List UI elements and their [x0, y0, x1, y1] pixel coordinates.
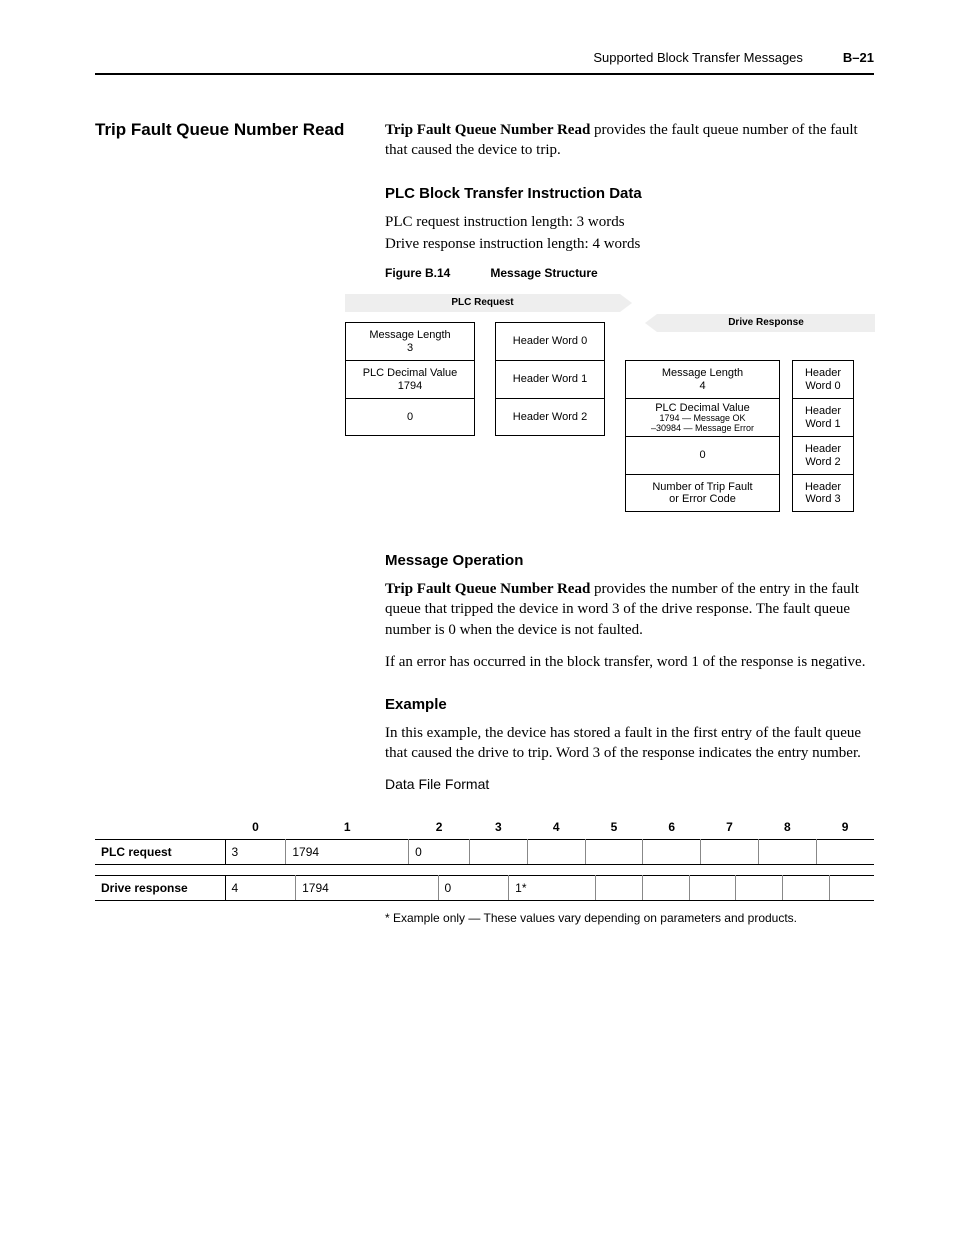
- cell-line: or Error Code: [629, 493, 776, 505]
- col-head: 3: [470, 815, 528, 840]
- data-cell: 1*: [509, 875, 596, 900]
- col-head: [95, 815, 225, 840]
- resp-main-stack: Message Length 4 PLC Decimal Value 1794 …: [625, 360, 780, 512]
- intro-paragraph: Trip Fault Queue Number Read provides th…: [385, 120, 874, 161]
- plc-main-cell: PLC Decimal Value 1794: [345, 360, 475, 398]
- data-cell: [527, 839, 585, 864]
- data-cell: [758, 839, 816, 864]
- col-head: 0: [225, 815, 286, 840]
- data-cell: 1794: [296, 875, 438, 900]
- data-tables: 0 1 2 3 4 5 6 7 8 9 PLC request 3 1794 0: [95, 815, 874, 925]
- data-cell: [689, 875, 736, 900]
- message-structure-diagram: PLC Request Drive Response Message Lengt…: [345, 294, 874, 512]
- col-head: 8: [758, 815, 816, 840]
- data-cell: 0: [438, 875, 509, 900]
- cell-line: PLC Decimal Value: [349, 367, 471, 379]
- msgop-p1: Trip Fault Queue Number Read provides th…: [385, 579, 874, 640]
- resp-hdr-cell: Header Word 3: [792, 474, 854, 512]
- msgop-p2: If an error has occurred in the block tr…: [385, 652, 874, 672]
- resp-header-stack: Header Word 0 Header Word 1 Header Word …: [792, 360, 854, 512]
- cell-line: 3: [349, 342, 471, 354]
- cell-line: PLC Decimal Value: [629, 402, 776, 414]
- drive-response-arrow: Drive Response: [657, 314, 875, 332]
- data-cell: 3: [225, 839, 286, 864]
- cell-line: 0: [629, 449, 776, 461]
- plc-main-cell: Message Length 3: [345, 322, 475, 360]
- cell-line: 4: [629, 380, 776, 392]
- plc-request-arrow: PLC Request: [345, 294, 620, 312]
- resp-main-cell: 0: [625, 436, 780, 474]
- table-footnote: * Example only — These values vary depen…: [385, 911, 874, 925]
- plc-line-1: PLC request instruction length: 3 words: [385, 212, 874, 232]
- page-number: B–21: [843, 50, 874, 65]
- table-row: PLC request 3 1794 0: [95, 839, 874, 864]
- col-head: 9: [816, 815, 874, 840]
- cell-line: 1794: [349, 380, 471, 392]
- table-row: Drive response 4 1794 0 1*: [95, 875, 874, 900]
- col-head: 5: [585, 815, 643, 840]
- data-cell: [701, 839, 759, 864]
- col-head: 4: [527, 815, 585, 840]
- resp-hdr-cell: Header Word 2: [792, 436, 854, 474]
- data-cell: 4: [225, 875, 296, 900]
- figure-caption: Figure B.14 Message Structure: [385, 266, 874, 280]
- plc-header-stack: Header Word 0 Header Word 1 Header Word …: [495, 322, 605, 512]
- figure-number: Figure B.14: [385, 266, 450, 280]
- intro-strong: Trip Fault Queue Number Read: [385, 122, 590, 138]
- data-cell: [829, 875, 874, 900]
- section-title: Trip Fault Queue Number Read: [95, 120, 355, 140]
- plc-hdr-cell: Header Word 0: [495, 322, 605, 360]
- data-cell: 1794: [286, 839, 409, 864]
- row-label: Drive response: [95, 875, 225, 900]
- row-label: PLC request: [95, 839, 225, 864]
- col-header-row: 0 1 2 3 4 5 6 7 8 9: [95, 815, 874, 840]
- col-head: 6: [643, 815, 701, 840]
- plc-main-stack: Message Length 3 PLC Decimal Value 1794 …: [345, 322, 475, 512]
- msgop-strong: Trip Fault Queue Number Read: [385, 581, 590, 597]
- data-cell: [643, 839, 701, 864]
- resp-main-cell: Number of Trip Fault or Error Code: [625, 474, 780, 512]
- drive-response-table: Drive response 4 1794 0 1*: [95, 875, 874, 901]
- col-head: 1: [286, 815, 409, 840]
- plc-hdr-cell: Header Word 1: [495, 360, 605, 398]
- running-head: Supported Block Transfer Messages: [593, 50, 803, 65]
- resp-main-cell: PLC Decimal Value 1794 — Message OK –309…: [625, 398, 780, 436]
- cell-subline: –30984 — Message Error: [629, 424, 776, 434]
- plc-hdr-cell: Header Word 2: [495, 398, 605, 436]
- data-cell: [470, 839, 528, 864]
- data-cell: [643, 875, 690, 900]
- cell-line: Message Length: [629, 367, 776, 379]
- cell-line: Message Length: [349, 329, 471, 341]
- resp-hdr-cell: Header Word 0: [792, 360, 854, 398]
- data-cell: [585, 839, 643, 864]
- plc-request-table: 0 1 2 3 4 5 6 7 8 9 PLC request 3 1794 0: [95, 815, 874, 865]
- data-cell: [782, 875, 829, 900]
- example-paragraph: In this example, the device has stored a…: [385, 723, 874, 764]
- data-cell: [816, 839, 874, 864]
- plc-subhead: PLC Block Transfer Instruction Data: [385, 185, 874, 202]
- page-header: Supported Block Transfer Messages B–21: [95, 50, 874, 75]
- figure-title: Message Structure: [490, 266, 597, 280]
- resp-hdr-cell: Header Word 1: [792, 398, 854, 436]
- cell-line: 0: [349, 411, 471, 423]
- col-head: 2: [409, 815, 470, 840]
- data-file-format-heading: Data File Format: [385, 776, 874, 792]
- plc-line-2: Drive response instruction length: 4 wor…: [385, 234, 874, 254]
- msgop-subhead: Message Operation: [385, 552, 874, 569]
- data-cell: 0: [409, 839, 470, 864]
- plc-main-cell: 0: [345, 398, 475, 436]
- data-cell: [596, 875, 643, 900]
- cell-line: Number of Trip Fault: [629, 481, 776, 493]
- example-subhead: Example: [385, 696, 874, 713]
- data-cell: [736, 875, 783, 900]
- col-head: 7: [701, 815, 759, 840]
- resp-main-cell: Message Length 4: [625, 360, 780, 398]
